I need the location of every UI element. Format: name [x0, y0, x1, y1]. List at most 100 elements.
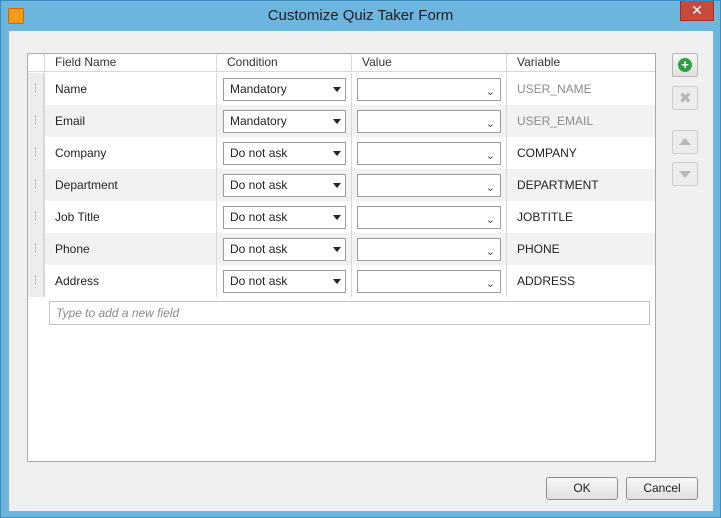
drag-handle-icon[interactable]: ⋮ — [28, 137, 44, 169]
condition-dropdown[interactable]: Do not ask — [223, 270, 346, 293]
condition-value: Do not ask — [230, 146, 288, 160]
field-name: Company — [55, 146, 107, 160]
condition-cell: Do not ask — [216, 201, 351, 233]
table-row[interactable]: ⋮ Company Do not ask ⌄ COMPANY — [28, 137, 655, 169]
value-combobox[interactable]: ⌄ — [357, 270, 501, 293]
condition-value: Do not ask — [230, 242, 288, 256]
value-cell: ⌄ — [351, 201, 506, 233]
condition-value: Do not ask — [230, 210, 288, 224]
field-name-cell: Company — [44, 137, 216, 169]
column-header-condition[interactable]: Condition — [216, 54, 351, 72]
value-cell: ⌄ — [351, 265, 506, 297]
value-cell: ⌄ — [351, 233, 506, 265]
condition-dropdown[interactable]: Do not ask — [223, 238, 346, 261]
drag-handle-icon[interactable]: ⋮ — [28, 105, 44, 137]
condition-dropdown[interactable]: Mandatory — [223, 110, 346, 133]
variable-cell: COMPANY — [506, 137, 655, 169]
column-header-field-name[interactable]: Field Name — [44, 54, 216, 72]
field-name: Job Title — [55, 210, 100, 224]
condition-cell: Mandatory — [216, 105, 351, 137]
drag-handle-icon[interactable]: ⋮ — [28, 265, 44, 297]
chevron-down-icon: ⌄ — [485, 182, 495, 194]
move-up-button[interactable] — [672, 130, 698, 154]
chevron-down-icon: ⌄ — [485, 246, 495, 258]
add-field-button[interactable]: + — [672, 53, 698, 77]
table-row[interactable]: ⋮ Job Title Do not ask ⌄ JOBTITLE — [28, 201, 655, 233]
title-bar[interactable]: Customize Quiz Taker Form ✕ — [1, 1, 720, 31]
dialog-body: Field Name Condition Value Variable ⋮ Nam… — [9, 31, 713, 511]
drag-handle-icon[interactable]: ⋮ — [28, 169, 44, 201]
value-combobox[interactable]: ⌄ — [357, 206, 501, 229]
dropdown-arrow-icon — [333, 215, 341, 220]
arrow-up-icon — [679, 138, 691, 145]
fields-table: Field Name Condition Value Variable ⋮ Nam… — [27, 53, 656, 462]
table-row[interactable]: ⋮ Name Mandatory ⌄ USER_NAME — [28, 73, 655, 105]
variable-name: JOBTITLE — [517, 210, 574, 224]
move-down-button[interactable] — [672, 162, 698, 186]
table-row[interactable]: ⋮ Phone Do not ask ⌄ PHONE — [28, 233, 655, 265]
value-combobox[interactable]: ⌄ — [357, 238, 501, 261]
table-row[interactable]: ⋮ Department Do not ask ⌄ DEPARTMENT — [28, 169, 655, 201]
condition-value: Mandatory — [230, 82, 287, 96]
condition-cell: Do not ask — [216, 265, 351, 297]
close-button[interactable]: ✕ — [680, 1, 714, 21]
value-combobox[interactable]: ⌄ — [357, 174, 501, 197]
variable-name: DEPARTMENT — [517, 178, 599, 192]
condition-dropdown[interactable]: Do not ask — [223, 174, 346, 197]
delete-field-button[interactable]: ✖ — [672, 86, 698, 110]
column-header-variable[interactable]: Variable — [506, 54, 655, 72]
chevron-down-icon: ⌄ — [485, 118, 495, 130]
variable-cell: PHONE — [506, 233, 655, 265]
value-cell: ⌄ — [351, 73, 506, 105]
variable-name: COMPANY — [517, 146, 577, 160]
window-title: Customize Quiz Taker Form — [267, 7, 454, 24]
table-row[interactable]: ⋮ Address Do not ask ⌄ ADDRESS — [28, 265, 655, 297]
table-header: Field Name Condition Value Variable — [28, 54, 655, 72]
chevron-down-icon: ⌄ — [485, 214, 495, 226]
plus-circle-icon: + — [678, 58, 692, 72]
value-combobox[interactable]: ⌄ — [357, 78, 501, 101]
value-cell: ⌄ — [351, 105, 506, 137]
condition-dropdown[interactable]: Do not ask — [223, 142, 346, 165]
variable-cell: USER_EMAIL — [506, 105, 655, 137]
variable-cell: USER_NAME — [506, 73, 655, 105]
dropdown-arrow-icon — [333, 151, 341, 156]
condition-dropdown[interactable]: Mandatory — [223, 78, 346, 101]
chevron-down-icon: ⌄ — [485, 150, 495, 162]
field-name: Department — [55, 178, 118, 192]
variable-name: USER_NAME — [517, 82, 592, 96]
condition-value: Do not ask — [230, 178, 288, 192]
chevron-down-icon: ⌄ — [485, 86, 495, 98]
cancel-button[interactable]: Cancel — [626, 477, 698, 500]
field-name-cell: Phone — [44, 233, 216, 265]
variable-cell: ADDRESS — [506, 265, 655, 297]
table-row[interactable]: ⋮ Email Mandatory ⌄ USER_EMAIL — [28, 105, 655, 137]
value-cell: ⌄ — [351, 137, 506, 169]
chevron-down-icon: ⌄ — [485, 278, 495, 290]
condition-dropdown[interactable]: Do not ask — [223, 206, 346, 229]
dropdown-arrow-icon — [333, 87, 341, 92]
variable-name: PHONE — [517, 242, 560, 256]
column-header-value[interactable]: Value — [351, 54, 506, 72]
dropdown-arrow-icon — [333, 183, 341, 188]
field-name-cell: Job Title — [44, 201, 216, 233]
new-field-input[interactable]: Type to add a new field — [49, 301, 650, 325]
dropdown-arrow-icon — [333, 279, 341, 284]
field-name-cell: Department — [44, 169, 216, 201]
drag-handle-icon[interactable]: ⋮ — [28, 233, 44, 265]
field-name: Phone — [55, 242, 90, 256]
drag-handle-icon[interactable]: ⋮ — [28, 73, 44, 105]
value-combobox[interactable]: ⌄ — [357, 142, 501, 165]
dropdown-arrow-icon — [333, 247, 341, 252]
ok-button[interactable]: OK — [546, 477, 618, 500]
drag-handle-icon[interactable]: ⋮ — [28, 201, 44, 233]
variable-name: ADDRESS — [517, 274, 576, 288]
condition-cell: Mandatory — [216, 73, 351, 105]
value-combobox[interactable]: ⌄ — [357, 110, 501, 133]
drag-column-header — [28, 54, 44, 72]
condition-value: Do not ask — [230, 274, 288, 288]
field-name-cell: Name — [44, 73, 216, 105]
variable-cell: DEPARTMENT — [506, 169, 655, 201]
delete-x-icon: ✖ — [679, 90, 692, 107]
field-name-cell: Email — [44, 105, 216, 137]
